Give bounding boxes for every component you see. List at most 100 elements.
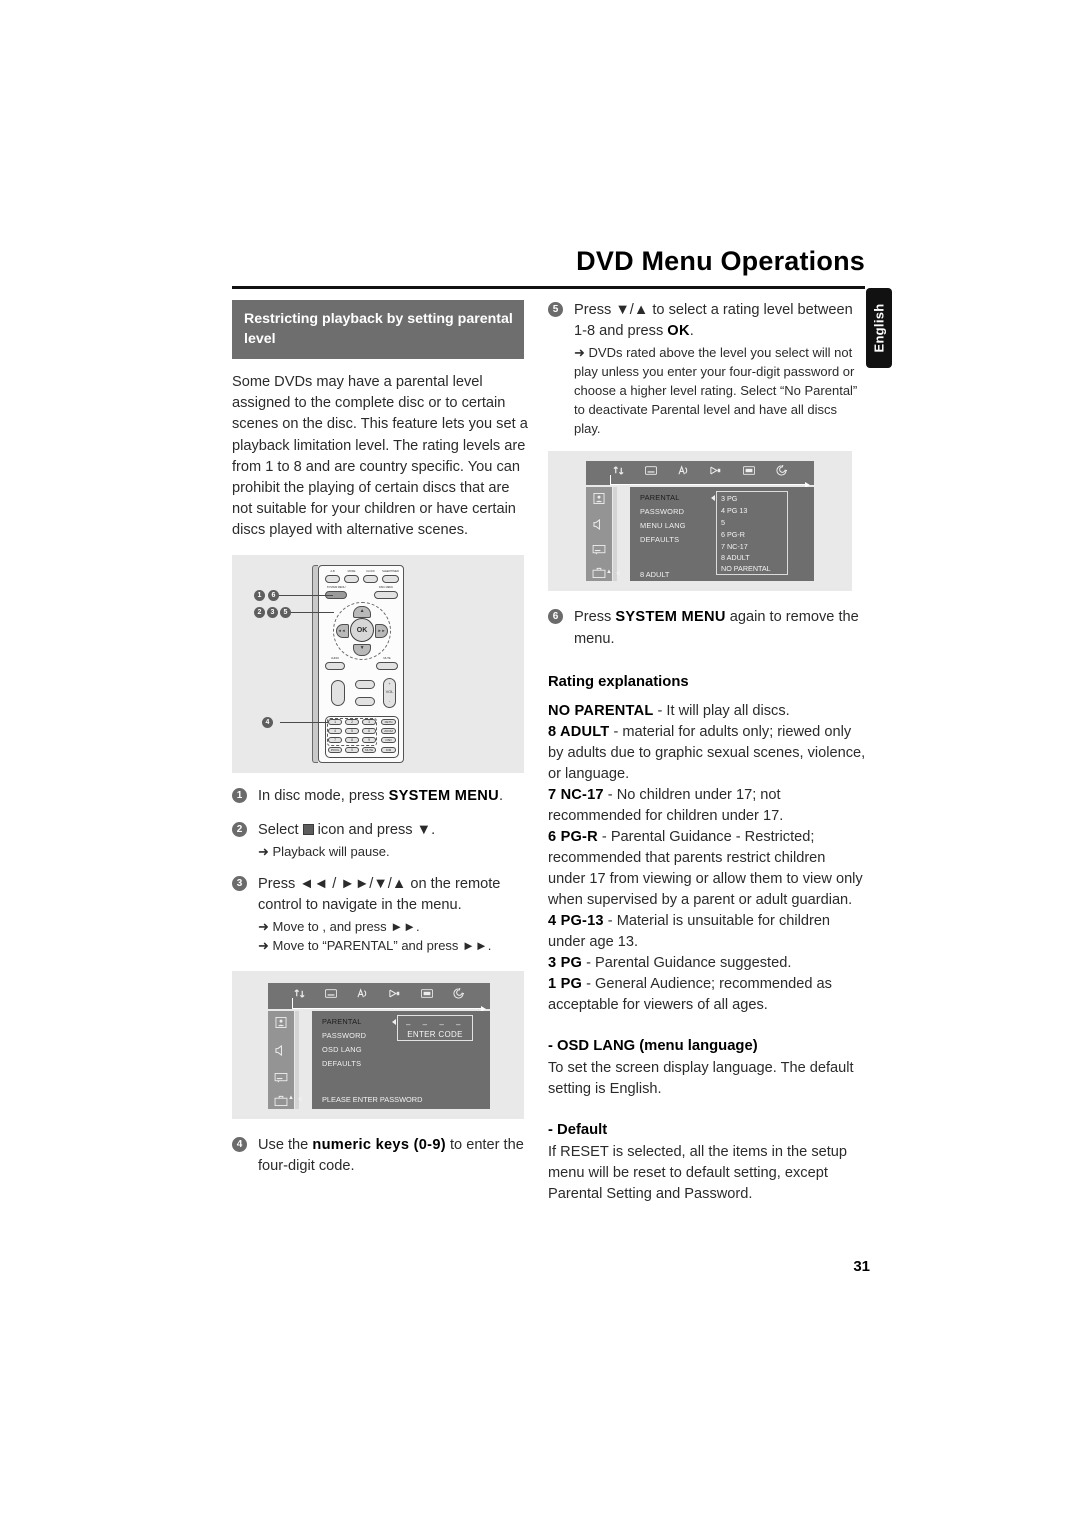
- osd-item-osd-lang-left[interactable]: OSD LANG: [322, 1045, 362, 1054]
- remote-label-vol-minus: -: [388, 697, 391, 703]
- language-note-icon: [357, 987, 367, 997]
- remote-button-ab[interactable]: [325, 574, 340, 583]
- subtitle-icon: [644, 466, 657, 475]
- rating-option-8adult[interactable]: 8 ADULT: [721, 553, 750, 562]
- rating-text-1-pg: - General Audience; recommended as accep…: [548, 976, 832, 1014]
- step-1-bold: SYSTEM MENU: [388, 787, 499, 804]
- step-2-sub-1: ➜ Playback will pause.: [258, 843, 390, 859]
- osd-item-parental-right[interactable]: PARENTAL: [640, 493, 680, 502]
- rating-label-4-pg13: 4 PG-13: [548, 913, 604, 930]
- intro-text: Some DVDs may have a parental level assi…: [232, 374, 528, 538]
- rating-option-no-parental[interactable]: NO PARENTAL: [721, 564, 771, 573]
- rating-line-3-pg: 3 PG - Parental Guidance suggested.: [548, 953, 866, 974]
- remote-keylabel-1: 1: [334, 719, 336, 724]
- osd-divider-right: [613, 487, 617, 582]
- step-1-text-after: .: [498, 787, 503, 804]
- remote-button-play[interactable]: [355, 679, 375, 689]
- disc-spiral-icon: [453, 987, 464, 999]
- callout-3: 3: [267, 606, 278, 618]
- setup-case-icon-left: [274, 1095, 288, 1107]
- left-column: Restricting playback by setting parental…: [232, 300, 530, 1178]
- osd-item-cursor-left: [392, 1019, 396, 1026]
- osd-status-right: 8 ADULT: [640, 570, 670, 580]
- rating-option-5[interactable]: 5: [721, 518, 725, 527]
- remote-button-disc-menu[interactable]: [374, 590, 398, 599]
- step-1-text-before: In disc mode, press: [258, 787, 389, 804]
- osd-sidebar-cursor-right: [616, 570, 620, 577]
- remote-skip-group[interactable]: [331, 679, 345, 706]
- rating-label-3-pg: 3 PG: [548, 955, 583, 972]
- intro-paragraph: Some DVDs may have a parental level assi…: [232, 372, 530, 541]
- step-3: 3 Press ◄◄ / ►►/▼/▲ on the remote contro…: [232, 874, 530, 955]
- remote-label-disc-menu: DISC MENU: [378, 585, 394, 589]
- step-4-text-before: Use the: [258, 1137, 313, 1154]
- step-5-bold: OK: [667, 323, 690, 340]
- subtitle-icon: [325, 988, 338, 998]
- play-video-icon: [388, 989, 399, 997]
- remote-keylabel-8: 8: [351, 737, 353, 742]
- step-3-sub-2: ➜ Move to “PARENTAL” and press ►►.: [258, 937, 492, 953]
- remote-label-vol-plus: +: [388, 680, 391, 686]
- remote-keylabel-9: 9: [368, 737, 370, 742]
- rating-text-3-pg: - Parental Guidance suggested.: [582, 955, 792, 972]
- osd-item-password-right[interactable]: PASSWORD: [640, 507, 684, 516]
- remote-button-stop[interactable]: [355, 696, 375, 706]
- callout-line-top: [278, 594, 333, 597]
- osd-divider-left: [295, 1011, 299, 1110]
- remote-label-system-menu: SYSTEM MENU: [326, 585, 346, 589]
- section-banner: Restricting playback by setting parental…: [232, 300, 524, 360]
- remote-keylabel-5: 5: [351, 728, 353, 733]
- rating-explanations-heading: Rating explanations: [548, 674, 689, 691]
- updown-arrows-icon: [294, 988, 305, 998]
- enter-code-box: – – – – ENTER CODE: [397, 1015, 473, 1042]
- osd-item-menu-lang-right[interactable]: MENU LANG: [640, 521, 686, 530]
- remote-keylabel-2: 2: [351, 719, 353, 724]
- osd-underline-right: [610, 475, 806, 486]
- remote-nav-down-glyph: ▼: [359, 644, 365, 651]
- step-5-text-b: .: [689, 323, 694, 340]
- osd-item-password-left[interactable]: PASSWORD: [322, 1031, 366, 1040]
- remote-keylabel-dim: DIM: [385, 747, 392, 752]
- setup-case-icon-right: [592, 568, 606, 579]
- osd-item-defaults-right[interactable]: DEFAULTS: [640, 535, 679, 544]
- callout-5: 5: [280, 606, 291, 618]
- remote-ok-button[interactable]: OK: [350, 617, 374, 642]
- callout-line-keypad: [280, 721, 328, 724]
- callout-6: 6: [268, 589, 279, 601]
- remote-button-sleep-timer[interactable]: [382, 574, 399, 583]
- remote-button-mute-top[interactable]: [376, 661, 398, 670]
- remote-label-mute: MUTE: [383, 656, 391, 660]
- rating-option-4pg13[interactable]: 4 PG 13: [721, 506, 747, 515]
- default-heading: - Default: [548, 1122, 608, 1139]
- rating-line-7-nc17: 7 NC-17 - No children under 17; not reco…: [548, 785, 866, 827]
- enter-code-label: ENTER CODE: [407, 1030, 463, 1040]
- remote-button-mode[interactable]: [344, 574, 359, 583]
- picture-icon: [593, 493, 605, 505]
- step-5-text-a: Press ▼/▲ to select a rating level betwe…: [574, 302, 853, 340]
- subtitle-box-icon: [274, 1073, 288, 1083]
- step-6: 6 Press SYSTEM MENU again to remove the …: [548, 607, 866, 650]
- osd-item-defaults-left[interactable]: DEFAULTS: [322, 1059, 361, 1068]
- language-note-icon: [678, 465, 688, 475]
- rating-option-7nc17[interactable]: 7 NC-17: [721, 542, 748, 551]
- remote-keylabel-mute: MUTE: [364, 747, 374, 752]
- picture-icon: [275, 1017, 287, 1029]
- remote-button-audio[interactable]: [325, 661, 345, 670]
- remote-label-ab: A-B: [330, 569, 335, 573]
- remote-button-clock[interactable]: [363, 574, 378, 583]
- callout-1: 1: [254, 589, 265, 601]
- language-tab-label: English: [871, 303, 887, 353]
- rating-option-6pgr[interactable]: 6 PG-R: [721, 530, 745, 539]
- tv-screen-icon: [743, 466, 756, 475]
- remote-keylabel-3: 3: [368, 719, 370, 724]
- remote-label-clock: CLOCK: [366, 569, 375, 573]
- remote-keylabel-4: 4: [334, 728, 336, 733]
- osd-caret-up-right: ▲: [606, 569, 612, 576]
- osd-item-parental-left[interactable]: PARENTAL: [322, 1017, 362, 1026]
- rating-line-1-pg: 1 PG - General Audience; recommended as …: [548, 974, 866, 1016]
- remote-keylabel-7: 7: [334, 737, 336, 742]
- rating-label-1-pg: 1 PG: [548, 976, 583, 993]
- remote-nav-up-glyph: ▲: [359, 607, 365, 614]
- header-divider: [232, 286, 865, 289]
- rating-option-3pg[interactable]: 3 PG: [721, 494, 737, 503]
